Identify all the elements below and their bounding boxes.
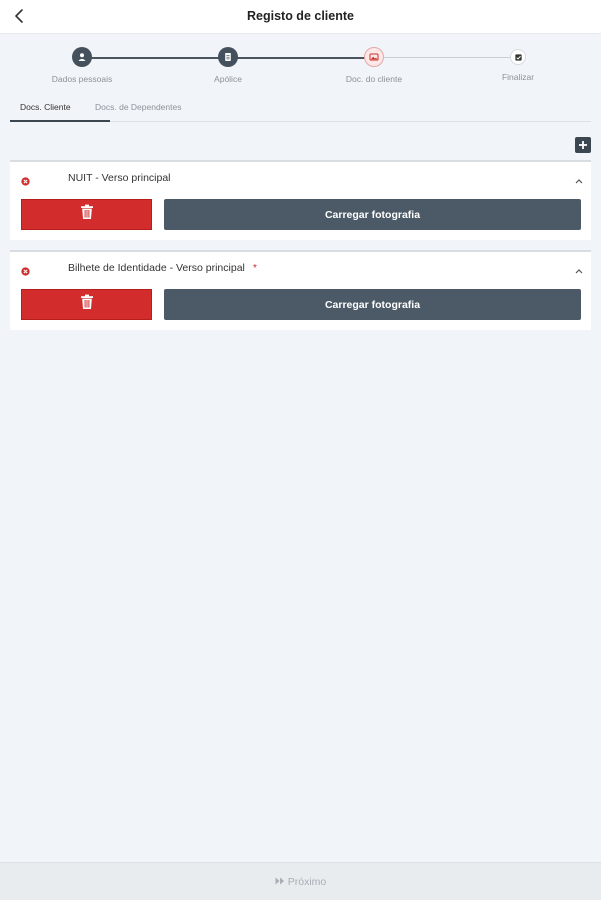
step-apolice[interactable]: Apólice	[168, 47, 288, 84]
check-icon	[510, 49, 526, 65]
image-icon	[364, 47, 384, 67]
error-x-icon	[21, 263, 30, 276]
document-title-text: NUIT - Verso principal	[68, 172, 171, 184]
document-card-header[interactable]: Bilhete de Identidade - Verso principal *	[10, 252, 591, 286]
required-marker: *	[252, 262, 257, 274]
trash-icon	[80, 204, 94, 225]
next-label: Próximo	[287, 875, 327, 888]
chevron-up-icon[interactable]	[574, 172, 584, 184]
document-actions: Carregar fotografia	[21, 199, 581, 230]
document-card-header[interactable]: NUIT - Verso principal	[10, 162, 591, 196]
person-icon	[72, 47, 92, 67]
plus-icon[interactable]	[575, 137, 591, 153]
trash-icon	[80, 294, 94, 315]
step-label: Doc. do cliente	[345, 74, 403, 84]
document-actions: Carregar fotografia	[21, 289, 581, 320]
add-row	[0, 122, 601, 160]
step-label: Apólice	[214, 74, 242, 84]
error-x-icon	[21, 173, 30, 186]
upload-photo-button[interactable]: Carregar fotografia	[164, 289, 581, 320]
step-label: Finalizar	[501, 72, 535, 82]
next-button[interactable]: Próximo	[275, 875, 327, 888]
document-icon	[218, 47, 238, 67]
document-title: Bilhete de Identidade - Verso principal *	[68, 262, 257, 274]
document-card-nuit: NUIT - Verso principal Carregar fotograf…	[10, 160, 591, 240]
step-dados-pessoais[interactable]: Dados pessoais	[22, 47, 142, 84]
document-title: NUIT - Verso principal	[68, 172, 179, 184]
double-chevron-right-icon	[275, 876, 288, 888]
step-label: Dados pessoais	[51, 74, 113, 84]
progress-stepper: Dados pessoais Apólice Doc. do cliente F…	[0, 34, 601, 96]
document-card-bilhete: Bilhete de Identidade - Verso principal *…	[10, 250, 591, 330]
chevron-up-icon[interactable]	[574, 262, 584, 274]
step-finalizar[interactable]: Finalizar	[458, 47, 578, 82]
top-bar: Registo de cliente	[0, 0, 601, 34]
delete-button[interactable]	[21, 289, 152, 320]
step-doc-cliente[interactable]: Doc. do cliente	[314, 47, 434, 84]
page-title: Registo de cliente	[247, 9, 354, 23]
footer-bar: Próximo	[0, 862, 601, 900]
tab-docs-cliente[interactable]: Docs. Cliente	[20, 102, 71, 112]
upload-photo-button[interactable]: Carregar fotografia	[164, 199, 581, 230]
document-title-text: Bilhete de Identidade - Verso principal	[68, 262, 245, 274]
tab-docs-dependentes[interactable]: Docs. de Dependentes	[95, 102, 181, 112]
delete-button[interactable]	[21, 199, 152, 230]
document-tabs: Docs. Cliente Docs. de Dependentes	[10, 96, 591, 122]
